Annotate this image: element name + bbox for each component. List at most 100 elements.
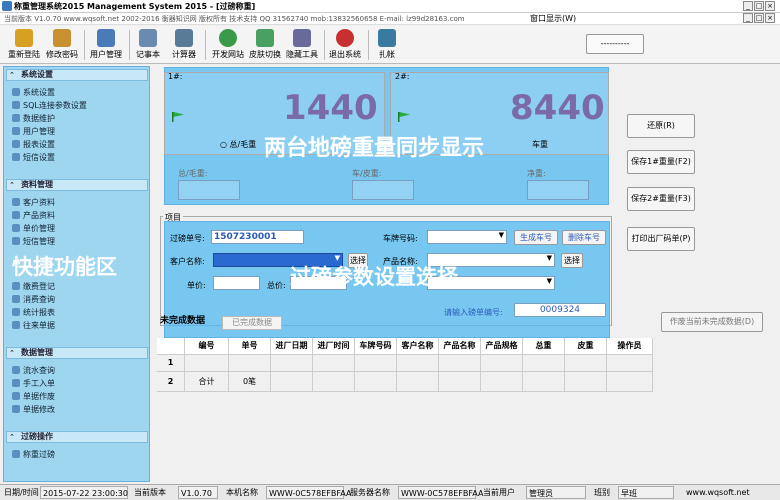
sidebar-item-report-settings[interactable]: 报表设置 <box>12 139 55 150</box>
sidebar-item-system-settings[interactable]: 系统设置 <box>12 87 55 98</box>
column-header[interactable]: 单号 <box>229 338 271 355</box>
user-management-button[interactable]: 用户管理 <box>88 28 124 62</box>
section-system-settings[interactable]: ⌃ 系统设置 <box>6 69 148 81</box>
maximize-button[interactable]: □ <box>754 1 764 11</box>
section-records[interactable]: ⌃ 数据管理 <box>6 347 148 359</box>
datetime-value: 2015-07-22 23:00:30 <box>40 486 128 499</box>
table-cell[interactable] <box>439 355 481 372</box>
net-weight-field[interactable] <box>527 180 589 200</box>
column-header[interactable]: 皮重 <box>565 338 607 355</box>
title-bar: 称重管理系统2015 Management System 2015 - [过磅称… <box>0 0 780 13</box>
minimize-button[interactable]: _ <box>743 1 753 11</box>
relogin-button[interactable]: 重新登陆 <box>6 28 42 62</box>
scale2-radio-tare[interactable]: 车重 <box>532 139 548 150</box>
sidebar-item-products[interactable]: 产品资料 <box>12 210 55 221</box>
sidebar-item-customers[interactable]: 客户资料 <box>12 197 55 208</box>
sidebar-item-sql-settings[interactable]: SQL连接参数设置 <box>12 100 87 111</box>
sidebar-item-edit-ticket[interactable]: 单据修改 <box>12 404 55 415</box>
exit-system-button[interactable]: 退出系统 <box>327 28 363 62</box>
save-scale1-button[interactable]: 保存1#重量(F2) <box>627 150 695 174</box>
dev-website-button[interactable]: 开发网站 <box>210 28 246 62</box>
change-password-button[interactable]: 修改密码 <box>44 28 80 62</box>
wrench-icon <box>12 114 20 122</box>
gross-weight-field[interactable] <box>178 180 240 200</box>
input-ticket-field[interactable]: 0009324 <box>514 303 606 317</box>
close-button[interactable]: × <box>765 1 775 11</box>
delete-plate-button[interactable]: 删除车号 <box>562 230 606 245</box>
tab-completed[interactable]: 已完成数据 <box>222 316 282 330</box>
column-header[interactable]: 总重 <box>523 338 565 355</box>
column-header[interactable]: 客户名称 <box>397 338 439 355</box>
table-cell[interactable] <box>481 372 523 392</box>
item-label: 消费查询 <box>23 295 55 304</box>
print-ticket-button[interactable]: 打印出厂码单(P) <box>627 227 695 251</box>
sidebar-item-consumption-query[interactable]: 消费查询 <box>12 294 55 305</box>
section-title: 过磅操作 <box>21 432 53 441</box>
plate-number-select[interactable]: ▼ <box>427 230 507 244</box>
table-cell[interactable] <box>397 355 439 372</box>
sidebar-item-user-management[interactable]: 用户管理 <box>12 126 55 137</box>
sidebar-item-receipts[interactable]: 往来单据 <box>12 320 55 331</box>
sidebar-item-payment-registration[interactable]: 缴费登记 <box>12 281 55 292</box>
sidebar-item-weighing[interactable]: 称重过磅 <box>12 449 55 460</box>
table-cell[interactable] <box>271 372 313 392</box>
sidebar-item-statistics[interactable]: 统计报表 <box>12 307 55 318</box>
inner-minimize-button[interactable]: _ <box>743 13 753 23</box>
site-link[interactable]: www.wqsoft.net <box>684 486 752 499</box>
restore-button[interactable]: 还原(R) <box>627 114 695 138</box>
sidebar-item-log-query[interactable]: 流水查询 <box>12 365 55 376</box>
machine-label: 本机名称 <box>226 488 258 497</box>
table-cell[interactable] <box>185 355 229 372</box>
table-cell[interactable] <box>523 355 565 372</box>
window-menu[interactable]: 窗口显示(W) <box>530 13 576 24</box>
table-cell[interactable] <box>607 372 653 392</box>
column-header[interactable]: 进厂时间 <box>313 338 355 355</box>
sidebar-item-manual-entry[interactable]: 手工入单 <box>12 378 55 389</box>
table-cell[interactable] <box>313 355 355 372</box>
unit-price-field[interactable] <box>213 276 260 290</box>
sidebar-item-sms-settings[interactable]: 短信设置 <box>12 152 55 163</box>
generate-plate-button[interactable]: 生成车号 <box>514 230 558 245</box>
hide-tools-button[interactable]: 隐藏工具 <box>284 28 320 62</box>
blank-button[interactable]: ---------- <box>586 34 644 54</box>
sidebar-item-unit-price[interactable]: 单价管理 <box>12 223 55 234</box>
table-cell[interactable] <box>439 372 481 392</box>
table-cell[interactable]: 0笔 <box>229 372 271 392</box>
sidebar-item-data-maintenance[interactable]: 数据维护 <box>12 113 55 124</box>
column-header[interactable]: 编号 <box>185 338 229 355</box>
scale1-radio-gross[interactable]: ○ 总/毛重 <box>220 139 256 150</box>
column-header[interactable]: 操作员 <box>607 338 653 355</box>
table-cell[interactable] <box>565 372 607 392</box>
table-cell[interactable] <box>355 355 397 372</box>
settle-button[interactable]: 扎帐 <box>373 28 401 62</box>
table-cell[interactable] <box>565 355 607 372</box>
inner-restore-button[interactable]: □ <box>754 13 764 23</box>
inner-close-button[interactable]: × <box>765 13 775 23</box>
table-cell[interactable] <box>481 355 523 372</box>
ticket-number-field[interactable]: 1507230001 <box>211 230 304 244</box>
column-header[interactable]: 进厂日期 <box>271 338 313 355</box>
void-data-button[interactable]: 作废当前未完成数据(D) <box>661 312 763 332</box>
section-weighing[interactable]: ⌃ 过磅操作 <box>6 431 148 443</box>
skin-switch-button[interactable]: 皮肤切换 <box>247 28 283 62</box>
calculator-button[interactable]: 计算器 <box>170 28 198 62</box>
column-header[interactable]: 产品规格 <box>481 338 523 355</box>
tab-incomplete[interactable]: 未完成数据 <box>160 313 205 326</box>
choose-product-button[interactable]: 选择 <box>561 253 583 268</box>
notepad-button[interactable]: 记事本 <box>134 28 162 62</box>
column-header[interactable]: 车牌号码 <box>355 338 397 355</box>
tare-weight-field[interactable] <box>352 180 414 200</box>
table-cell[interactable] <box>607 355 653 372</box>
table-cell[interactable] <box>397 372 439 392</box>
section-data-management[interactable]: ⌃ 资料管理 <box>6 179 148 191</box>
sidebar-item-sms-management[interactable]: 短信管理 <box>12 236 55 247</box>
column-header[interactable]: 产品名称 <box>439 338 481 355</box>
save-scale2-button[interactable]: 保存2#重量(F3) <box>627 187 695 211</box>
table-cell[interactable] <box>271 355 313 372</box>
table-cell[interactable]: 合计 <box>185 372 229 392</box>
sidebar-item-void-ticket[interactable]: 单据作废 <box>12 391 55 402</box>
table-cell[interactable] <box>523 372 565 392</box>
table-cell[interactable] <box>229 355 271 372</box>
table-cell[interactable] <box>355 372 397 392</box>
table-cell[interactable] <box>313 372 355 392</box>
